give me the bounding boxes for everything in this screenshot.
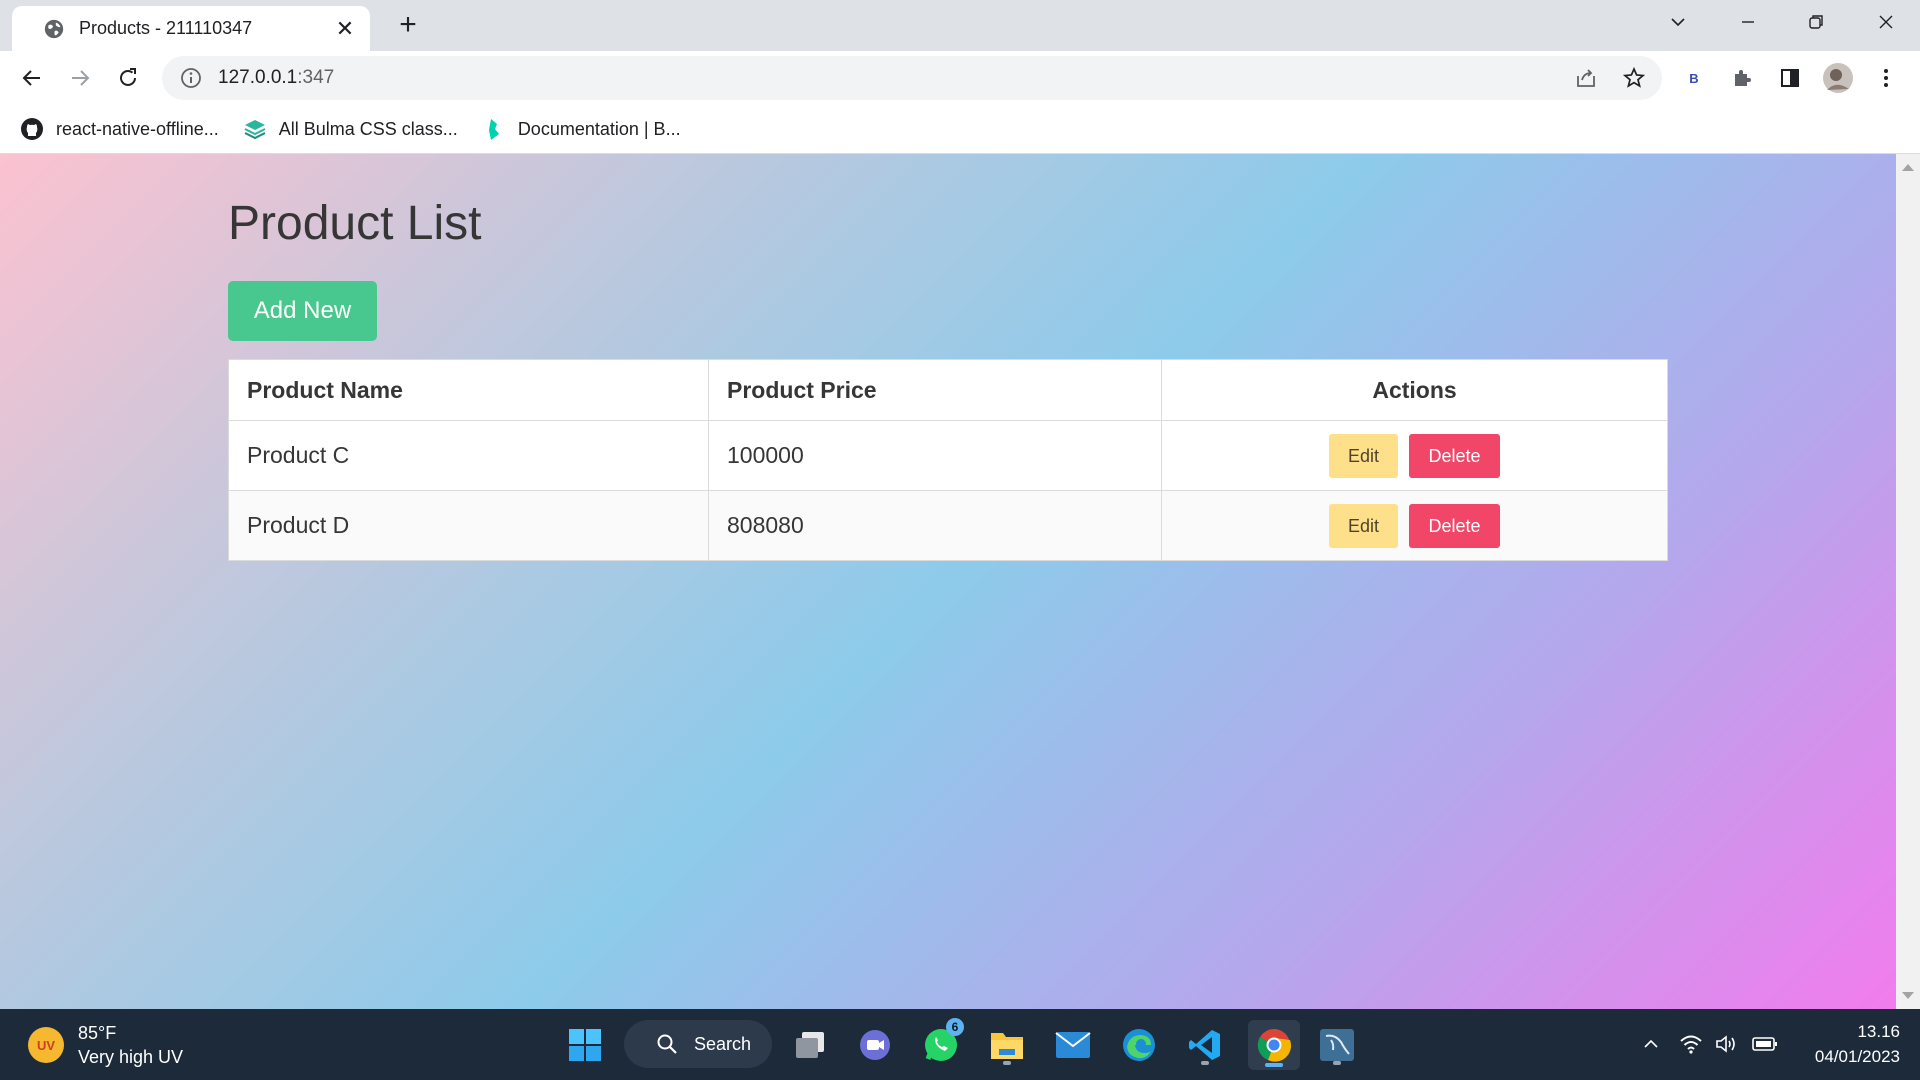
chrome-icon[interactable] xyxy=(1248,1020,1300,1070)
mail-icon[interactable] xyxy=(1050,1022,1096,1068)
profile-avatar[interactable] xyxy=(1820,60,1856,96)
restore-icon[interactable] xyxy=(1788,0,1844,44)
browser-toolbar: 127.0.0.1:347 B xyxy=(0,51,1920,105)
task-view-icon[interactable] xyxy=(787,1022,833,1068)
bookmark-label: Documentation | B... xyxy=(517,118,681,139)
running-indicator xyxy=(1003,1061,1011,1065)
edit-button[interactable]: Edit xyxy=(1329,433,1398,478)
page-scrollbar[interactable] xyxy=(1896,154,1920,1009)
url-port: :347 xyxy=(297,67,335,88)
tab-close-icon[interactable]: ✕ xyxy=(334,16,356,42)
back-icon[interactable] xyxy=(14,60,50,96)
tab-title: Products - 211110347 xyxy=(79,18,253,38)
header-product-price: Product Price xyxy=(708,359,1162,421)
battery-icon[interactable] xyxy=(1750,1031,1780,1057)
product-table: Product Name Product Price Actions Produ… xyxy=(228,359,1668,561)
share-icon[interactable] xyxy=(1568,60,1604,96)
delete-button[interactable]: Delete xyxy=(1409,433,1500,478)
active-indicator xyxy=(1265,1063,1283,1067)
menu-kebab-icon[interactable] xyxy=(1868,60,1904,96)
close-window-icon[interactable] xyxy=(1858,0,1914,44)
system-clock[interactable]: 13.16 04/01/2023 xyxy=(1815,1019,1900,1069)
bookmark-label: react-native-offline... xyxy=(56,118,219,139)
address-bar[interactable]: 127.0.0.1:347 xyxy=(162,56,1662,100)
tray-overflow-chevron-icon[interactable] xyxy=(1638,1031,1664,1057)
bitwarden-extension-icon[interactable]: B xyxy=(1676,60,1712,96)
bookmark-label: All Bulma CSS class... xyxy=(278,118,458,139)
taskbar-search[interactable]: Search xyxy=(624,1020,772,1068)
new-tab-button[interactable]: + xyxy=(392,10,424,42)
weather-desc: Very high UV xyxy=(78,1047,184,1067)
scroll-up-arrow-icon[interactable] xyxy=(1902,164,1914,171)
clock-time: 13.16 xyxy=(1857,1022,1900,1041)
header-actions: Actions xyxy=(1161,359,1668,421)
layers-icon xyxy=(243,117,267,141)
minimize-icon[interactable] xyxy=(1720,0,1776,44)
teams-chat-icon[interactable] xyxy=(852,1022,898,1068)
file-explorer-icon[interactable] xyxy=(984,1022,1030,1068)
extensions-puzzle-icon[interactable] xyxy=(1724,60,1760,96)
page-viewport: Product List Add New Product Name Produc… xyxy=(0,154,1896,1009)
github-icon xyxy=(20,117,44,141)
uv-sun-icon: UV xyxy=(28,1027,64,1063)
volume-icon[interactable] xyxy=(1713,1031,1739,1057)
actions-cell: Edit Delete xyxy=(1161,490,1668,561)
browser-tab[interactable]: Products - 211110347 ✕ xyxy=(12,6,370,51)
table-header-row: Product Name Product Price Actions xyxy=(228,359,1668,421)
table-row: Product C 100000 Edit Delete xyxy=(228,420,1668,491)
windows-taskbar: UV 85°F Very high UV Search 6 13.16 04/0… xyxy=(0,1009,1920,1080)
whatsapp-icon[interactable]: 6 xyxy=(918,1018,964,1068)
edge-icon[interactable] xyxy=(1116,1022,1162,1068)
bookmarks-bar: react-native-offline... All Bulma CSS cl… xyxy=(0,105,1920,154)
actions-cell: Edit Delete xyxy=(1161,420,1668,491)
header-product-name: Product Name xyxy=(228,359,709,421)
url-host: 127.0.0.1 xyxy=(218,67,298,88)
bookmark-bulma-classes[interactable]: All Bulma CSS class... xyxy=(243,117,458,141)
tab-search-chevron-icon[interactable] xyxy=(1650,0,1706,44)
table-row: Product D 808080 Edit Delete xyxy=(228,490,1668,561)
product-price-cell: 808080 xyxy=(708,490,1162,561)
product-name-cell: Product D xyxy=(228,490,709,561)
whatsapp-badge: 6 xyxy=(946,1018,964,1036)
product-price-cell: 100000 xyxy=(708,420,1162,491)
bulma-icon xyxy=(482,117,506,141)
info-icon[interactable] xyxy=(180,67,202,89)
bookmark-react-native-offline[interactable]: react-native-offline... xyxy=(20,117,219,141)
weather-widget[interactable]: UV 85°F Very high UV xyxy=(28,1021,183,1069)
start-windows-icon[interactable] xyxy=(562,1022,608,1068)
search-icon xyxy=(657,1034,677,1054)
vscode-icon[interactable] xyxy=(1182,1022,1228,1068)
edit-button[interactable]: Edit xyxy=(1329,503,1398,548)
url-text: 127.0.0.1:347 xyxy=(218,67,334,89)
running-indicator xyxy=(1333,1061,1341,1065)
wifi-icon[interactable] xyxy=(1678,1031,1704,1057)
bookmark-documentation[interactable]: Documentation | B... xyxy=(482,117,681,141)
tab-strip: Products - 211110347 ✕ + xyxy=(0,0,1920,51)
add-new-button[interactable]: Add New xyxy=(228,281,377,341)
side-panel-icon[interactable] xyxy=(1772,60,1808,96)
product-name-cell: Product C xyxy=(228,420,709,491)
search-label: Search xyxy=(694,1033,752,1054)
page-title: Product List xyxy=(228,197,482,250)
running-indicator xyxy=(1201,1061,1209,1065)
mysql-workbench-icon[interactable] xyxy=(1314,1022,1360,1068)
reload-icon[interactable] xyxy=(110,60,146,96)
delete-button[interactable]: Delete xyxy=(1409,503,1500,548)
globe-icon xyxy=(44,19,64,38)
clock-date: 04/01/2023 xyxy=(1814,1047,1900,1066)
bookmark-star-icon[interactable] xyxy=(1616,60,1652,96)
scroll-down-arrow-icon[interactable] xyxy=(1902,992,1914,999)
weather-temp: 85°F xyxy=(78,1023,117,1043)
forward-icon[interactable] xyxy=(62,60,98,96)
